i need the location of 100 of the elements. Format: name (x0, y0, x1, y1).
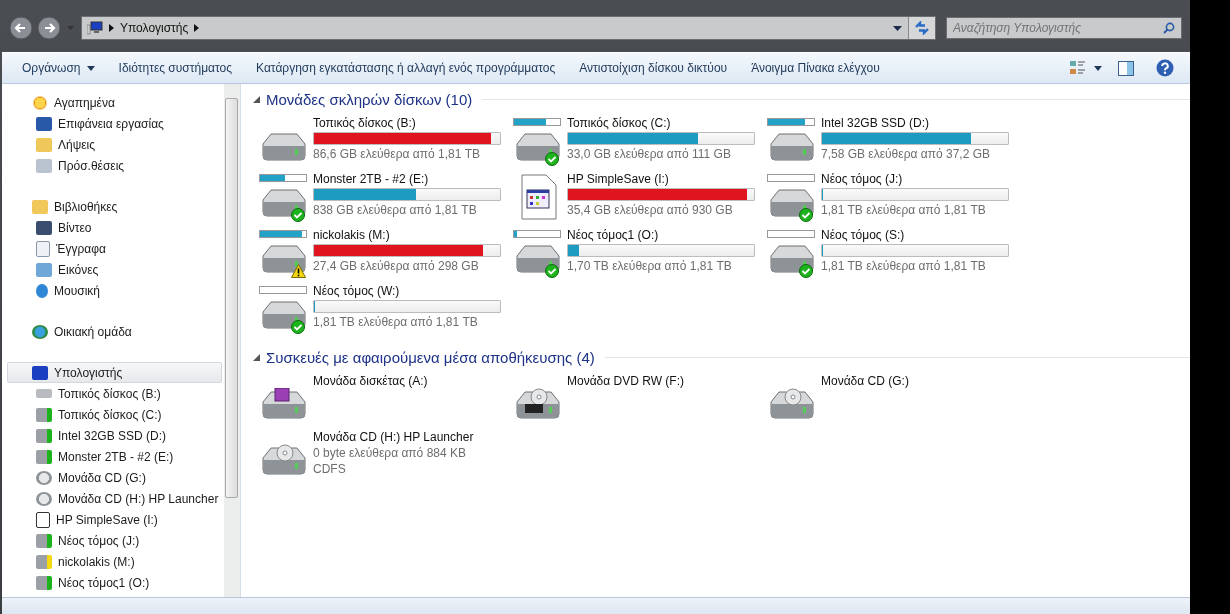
caret-icon[interactable] (893, 25, 902, 31)
drive-name[interactable]: Νέος τόμος (W:) (313, 284, 400, 298)
forward-button[interactable] (36, 15, 62, 41)
nav-item[interactable]: Βίντεο (7, 217, 222, 238)
mini-usage-bar (259, 286, 307, 294)
nav-item[interactable]: Intel 32GB SSD (D:) (7, 425, 222, 446)
nav-icon (32, 324, 48, 339)
nav-item[interactable]: Αγαπημένα (7, 92, 222, 113)
chevron-icon (109, 24, 114, 32)
nav-item[interactable]: HP SimpleSave (I:) (7, 509, 222, 530)
nav-item[interactable]: Τοπικός δίσκος (B:) (7, 383, 222, 404)
hard-drive-icon (513, 130, 561, 164)
nav-icon (36, 240, 50, 257)
warning-icon (291, 264, 306, 278)
free-space-text: 838 GB ελεύθερα από 1,81 TB (313, 203, 477, 217)
caret-icon[interactable] (1094, 65, 1102, 71)
collapse-icon[interactable] (253, 95, 260, 103)
chevron-icon (194, 24, 200, 32)
floppy-drive-icon (259, 388, 307, 422)
free-space-text: 27,4 GB ελεύθερα από 298 GB (313, 259, 479, 273)
nav-icon (36, 407, 52, 422)
mini-usage-bar (767, 118, 815, 126)
free-space-text: 35,4 GB ελεύθερα από 930 GB (567, 203, 733, 217)
nav-item[interactable]: Μουσική (7, 280, 222, 301)
nav-item[interactable]: Έγγραφα (7, 238, 222, 259)
nav-icon (36, 116, 52, 131)
nav-icon (36, 262, 52, 277)
nav-icon (36, 158, 52, 173)
drive-name[interactable]: Μονάδα CD (H:) HP Launcher (313, 430, 474, 444)
nav-item[interactable]: Επιφάνεια εργασίας (7, 113, 222, 134)
drive-detail-text: CDFS (313, 462, 346, 476)
nav-icon (36, 449, 52, 464)
nav-icon (36, 283, 48, 298)
drive-name[interactable]: Νέος τόμος (J:) (821, 172, 903, 186)
nav-item[interactable]: Υπολογιστής (7, 362, 222, 383)
toolbar-button[interactable]: Αντιστοίχιση δίσκου δικτύου (567, 57, 740, 79)
drive-detail-text: 0 byte ελεύθερα από 884 KB (313, 446, 466, 460)
hard-drive-icon (767, 186, 815, 220)
free-space-text: 86,6 GB ελεύθερα από 1,81 TB (313, 147, 480, 161)
nav-icon (36, 137, 52, 152)
back-button[interactable] (8, 15, 34, 41)
collapse-icon[interactable] (253, 353, 260, 361)
drive-name[interactable]: Τοπικός δίσκος (B:) (313, 116, 416, 130)
nav-item[interactable]: Οικιακή ομάδα (7, 321, 222, 342)
nav-item[interactable]: Τοπικός δίσκος (C:) (7, 404, 222, 425)
scrollbar[interactable] (224, 84, 240, 597)
nav-item[interactable]: Μονάδα CD (H:) HP Launcher (7, 488, 222, 509)
drive-name[interactable]: Monster 2TB - #2 (E:) (313, 172, 429, 186)
search-icon (1163, 22, 1175, 34)
refresh-button[interactable] (908, 17, 935, 39)
drive-name[interactable]: Intel 32GB SSD (D:) (821, 116, 930, 130)
optical-drive-icon (513, 388, 561, 422)
nav-icon (36, 220, 52, 235)
nav-icon (32, 199, 48, 214)
free-space-text: 33,0 GB ελεύθερα από 111 GB (567, 147, 731, 161)
drive-name[interactable]: Νέος τόμος1 (O:) (567, 228, 659, 242)
drive-name[interactable]: Μονάδα DVD RW (F:) (567, 374, 684, 388)
nav-icon (32, 95, 48, 110)
free-space-text: 1,81 TB ελεύθερα από 1,81 TB (821, 259, 986, 273)
nav-icon (36, 554, 52, 569)
nav-icon (36, 575, 52, 590)
drive-name[interactable]: Νέος τόμος (S:) (821, 228, 905, 242)
nav-icon (36, 389, 52, 398)
nav-item[interactable]: Μονάδα CD (G:) (7, 467, 222, 488)
mini-usage-bar (259, 230, 307, 238)
breadcrumb[interactable]: Υπολογιστής (120, 21, 189, 35)
nav-icon (36, 428, 52, 443)
nav-item[interactable]: Νέος τόμος (J:) (7, 530, 222, 551)
nav-icon (36, 470, 52, 485)
section-title: Μονάδες σκληρών δίσκων (10) (266, 90, 473, 108)
toolbar-button[interactable]: Οργάνωση (10, 57, 107, 79)
free-space-text: 7,58 GB ελεύθερα από 37,2 GB (821, 147, 990, 161)
hard-drive-icon (259, 186, 307, 220)
nav-icon (36, 533, 52, 548)
nav-item[interactable]: Νέος τόμος1 (O:) (7, 572, 222, 593)
nav-item[interactable]: Βιβλιοθήκες (7, 196, 222, 217)
drive-name[interactable]: Τοπικός δίσκος (C:) (567, 116, 671, 130)
mini-usage-bar (259, 174, 307, 182)
nav-icon (32, 365, 48, 380)
nav-item[interactable]: Monster 2TB - #2 (E:) (7, 446, 222, 467)
search-field[interactable]: Αναζήτηση Υπολογιστής (946, 17, 1182, 39)
optical-drive-icon (767, 388, 815, 422)
hard-drive-icon (767, 130, 815, 164)
drive-name[interactable]: Μονάδα δισκέτας (A:) (313, 374, 428, 388)
mini-usage-bar (767, 230, 815, 238)
drive-name[interactable]: HP SimpleSave (I:) (567, 172, 669, 186)
caret-icon (86, 65, 95, 71)
address-bar[interactable]: Υπολογιστής (81, 16, 936, 40)
free-space-text: 1,70 TB ελεύθερα από 1,81 TB (567, 259, 732, 273)
drive-name[interactable]: Μονάδα CD (G:) (821, 374, 909, 388)
nav-item[interactable]: Εικόνες (7, 259, 222, 280)
mini-usage-bar (513, 118, 561, 126)
toolbar-button[interactable]: Άνοιγμα Πίνακα ελέγχου (739, 57, 892, 79)
nav-item[interactable]: Λήψεις (7, 134, 222, 155)
drive-name[interactable]: nickolakis (M:) (313, 228, 390, 242)
toolbar-button[interactable]: Κατάργηση εγκατάστασης ή αλλαγή ενός προγράμματος (244, 57, 568, 79)
nav-item[interactable]: Πρόσ.θέσεις (7, 155, 222, 176)
toolbar-button[interactable]: Ιδιότητες συστήματος (106, 57, 245, 79)
computer-icon (87, 21, 103, 35)
nav-item[interactable]: nickolakis (M:) (7, 551, 222, 572)
